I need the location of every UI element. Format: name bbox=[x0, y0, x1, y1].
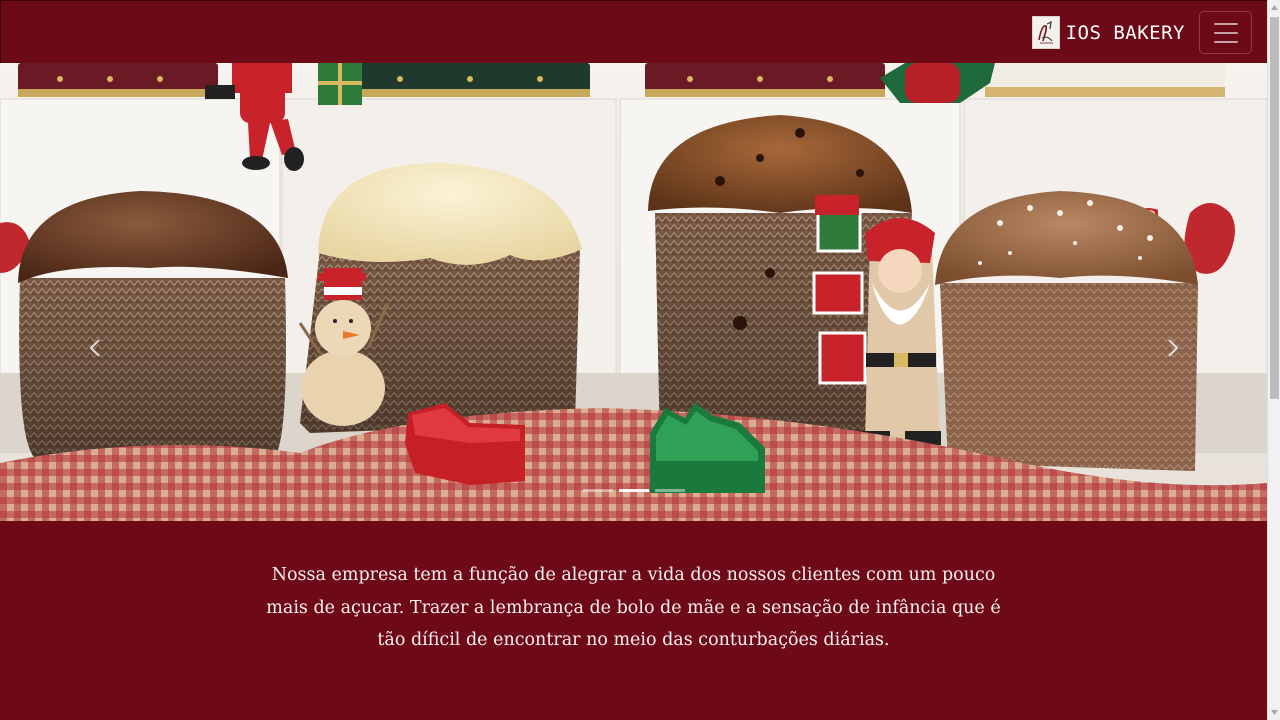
carousel-next-button[interactable] bbox=[1158, 333, 1188, 363]
brand-link[interactable]: IOS BAKERY bbox=[1031, 16, 1185, 49]
carousel-indicator-active[interactable] bbox=[618, 489, 649, 492]
carousel-indicators bbox=[0, 489, 1267, 492]
brand-name: IOS BAKERY bbox=[1065, 21, 1185, 44]
bakery-logo-icon bbox=[1031, 16, 1060, 49]
carousel-indicator[interactable] bbox=[582, 489, 613, 492]
navbar: IOS BAKERY bbox=[0, 0, 1267, 63]
scroll-up-arrow-icon[interactable] bbox=[1268, 1, 1280, 14]
hero-carousel: S bbox=[0, 63, 1267, 521]
navbar-toggler-button[interactable] bbox=[1199, 11, 1252, 54]
hamburger-line bbox=[1213, 22, 1238, 25]
hamburger-line bbox=[1213, 40, 1238, 43]
vertical-scrollbar[interactable] bbox=[1267, 0, 1280, 720]
chevron-right-icon bbox=[1168, 339, 1179, 357]
chevron-left-icon bbox=[89, 339, 100, 357]
page: IOS BAKERY Nossa empresa tem a função de… bbox=[0, 0, 1267, 720]
carousel-slide-image: S bbox=[0, 63, 1267, 521]
about-section: Nossa empresa tem a função de alegrar a … bbox=[0, 521, 1267, 720]
carousel-prev-button[interactable] bbox=[80, 333, 110, 363]
scrollbar-thumb[interactable] bbox=[1270, 17, 1279, 399]
about-text: Nossa empresa tem a função de alegrar a … bbox=[266, 565, 1001, 650]
scroll-down-arrow-icon[interactable] bbox=[1268, 706, 1280, 719]
hamburger-line bbox=[1213, 31, 1238, 34]
carousel-indicator[interactable] bbox=[654, 489, 685, 492]
